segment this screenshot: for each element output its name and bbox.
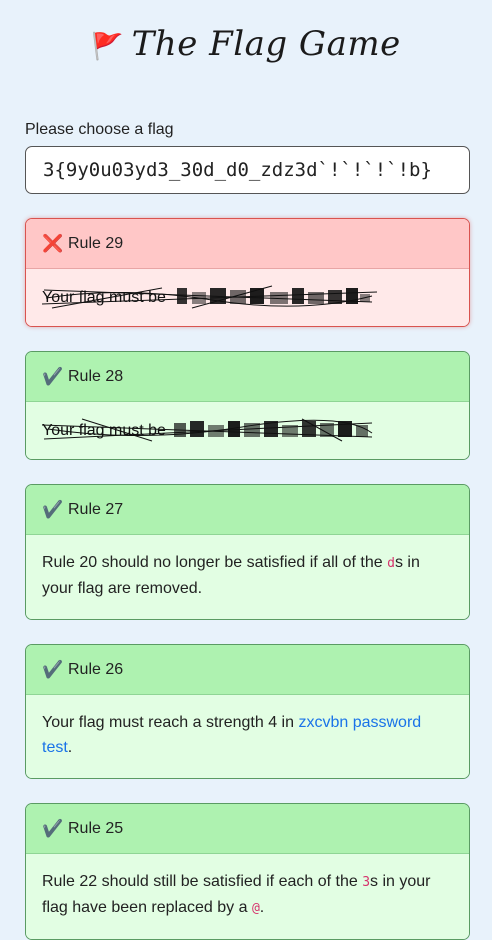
rule-card-29: ❌ Rule 29 Your flag must be	[25, 218, 470, 327]
flag-icon: 🚩	[91, 32, 124, 62]
rule-text: Rule 20 should no longer be satisfied if…	[42, 554, 388, 571]
captcha-image: Your flag must be	[41, 285, 378, 309]
rule-title: Rule 28	[68, 367, 124, 385]
app-header: 🚩 The Flag Game	[0, 0, 492, 90]
rule-body: Rule 20 should no longer be satisfied if…	[26, 535, 469, 619]
rule-card-28: ✔️ Rule 28 Your flag must be	[25, 351, 470, 460]
captcha-image: Your flag must be	[41, 418, 373, 442]
main-content: Please choose a flag ❌ Rule 29 Your flag…	[0, 121, 492, 940]
rule-title: Rule 29	[68, 234, 124, 252]
rule-card-27: ✔️ Rule 27 Rule 20 should no longer be s…	[25, 484, 470, 620]
check-icon: ✔️	[42, 818, 64, 839]
flag-input-label: Please choose a flag	[25, 121, 174, 138]
check-icon: ✔️	[42, 499, 64, 520]
rule-header: ✔️ Rule 25	[26, 804, 469, 854]
inline-code: d	[387, 556, 395, 571]
rule-body: Rule 22 should still be satisfied if eac…	[26, 854, 469, 939]
rule-title: Rule 27	[68, 500, 124, 518]
page-title: The Flag Game	[131, 24, 401, 64]
rule-body: Your flag must be	[26, 402, 469, 459]
rule-header: ✔️ Rule 28	[26, 352, 469, 402]
rule-title: Rule 25	[68, 819, 124, 837]
rule-card-25: ✔️ Rule 25 Rule 22 should still be satis…	[25, 803, 470, 940]
inline-code: @	[251, 900, 260, 916]
inline-code: 3	[362, 875, 371, 890]
rule-text: Rule 22 should still be satisfied if eac…	[42, 873, 363, 890]
captcha-text: Your flag must be	[42, 422, 166, 439]
check-icon: ✔️	[42, 659, 64, 680]
rule-header: ✔️ Rule 27	[26, 485, 469, 535]
rule-body: Your flag must reach a strength 4 in zxc…	[26, 695, 469, 778]
flag-input[interactable]	[25, 146, 470, 194]
rule-card-26: ✔️ Rule 26 Your flag must reach a streng…	[25, 644, 470, 779]
rule-text: Your flag must reach a strength 4 in	[42, 714, 299, 731]
captcha-text: Your flag must be	[42, 289, 166, 306]
rule-header: ❌ Rule 29	[26, 219, 469, 269]
check-icon: ✔️	[42, 366, 64, 387]
rule-title: Rule 26	[68, 660, 124, 678]
rule-text: .	[67, 738, 73, 756]
rule-header: ✔️ Rule 26	[26, 645, 469, 695]
cross-icon: ❌	[42, 233, 64, 254]
rule-text: .	[259, 898, 265, 916]
rule-body: Your flag must be	[26, 269, 469, 326]
